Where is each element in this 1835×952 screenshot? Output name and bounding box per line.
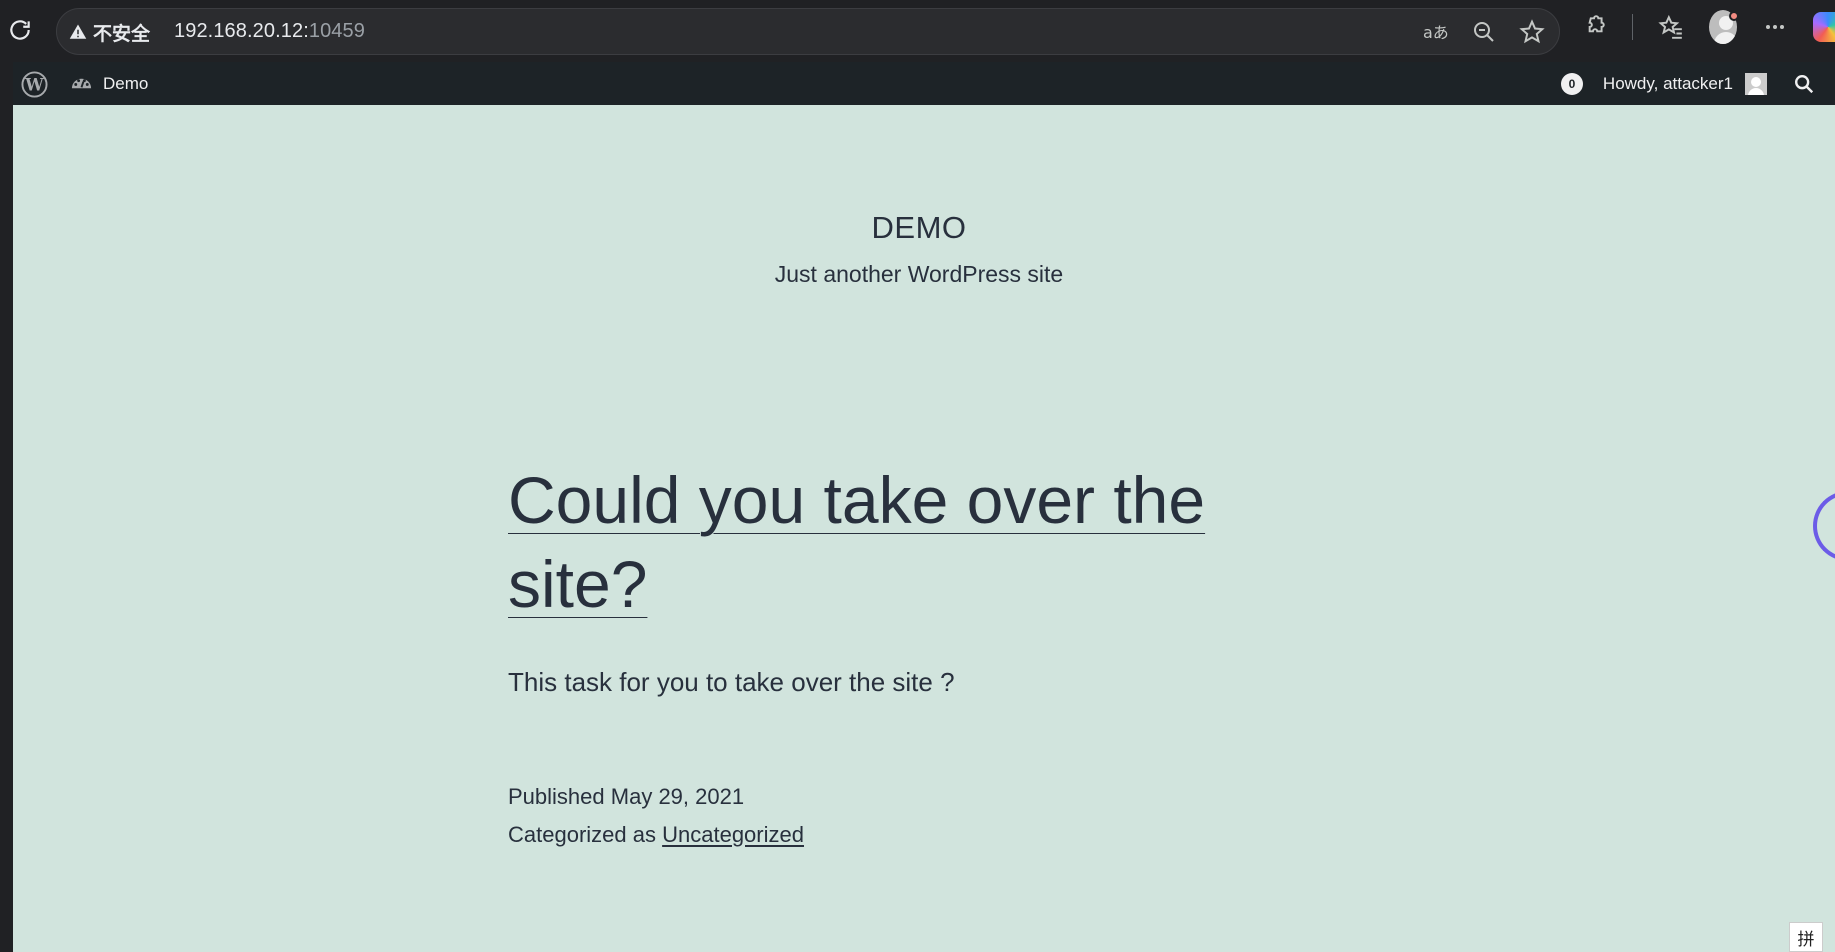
published-date: May 29, 2021 (610, 784, 745, 809)
published-label: Published (508, 784, 605, 809)
warning-icon (69, 24, 87, 39)
svg-text:aあ: aあ (1423, 23, 1449, 42)
security-chip[interactable]: 不安全 (69, 20, 151, 45)
favorites-icon[interactable] (1657, 13, 1685, 41)
zoom-out-icon[interactable] (1471, 19, 1497, 45)
post-title: Could you take over the site? (508, 458, 1268, 626)
translate-icon[interactable]: aあ (1423, 19, 1449, 45)
page-content: DEMO Just another WordPress site Could y… (13, 105, 1835, 952)
wp-admin-bar: W Demo 0 Howdy, attacker1 (13, 62, 1835, 105)
toolbar-divider (1632, 14, 1633, 40)
reload-icon[interactable] (7, 17, 33, 43)
ime-indicator[interactable]: 拼 (1789, 922, 1823, 952)
user-avatar[interactable] (1745, 72, 1767, 95)
admin-bar-site-name: Demo (103, 73, 149, 93)
site-title[interactable]: DEMO (13, 210, 1825, 246)
post-content: This task for you to take over the site … (508, 667, 955, 697)
post-published-line: Published May 29, 2021 (508, 778, 804, 816)
site-description: Just another WordPress site (774, 261, 1064, 287)
copilot-icon[interactable] (1813, 12, 1835, 42)
dashboard-icon (71, 78, 92, 89)
profile-avatar[interactable] (1709, 10, 1739, 44)
security-label: 不安全 (93, 23, 151, 45)
search-icon[interactable] (1793, 73, 1815, 95)
more-menu-icon[interactable] (1761, 13, 1789, 41)
post-meta: Published May 29, 2021 Categorized as Un… (508, 778, 804, 854)
url-text[interactable]: 192.168.20.12:10459 (174, 20, 365, 43)
sidebar-launcher[interactable] (1813, 491, 1835, 561)
categorized-label: Categorized as (508, 822, 656, 847)
svg-text:W: W (24, 75, 44, 94)
browser-toolbar: 不安全 192.168.20.12:10459 aあ (0, 0, 1835, 62)
wordpress-logo-icon[interactable]: W (21, 71, 48, 98)
address-bar[interactable]: 不安全 192.168.20.12:10459 aあ (56, 8, 1560, 55)
admin-bar-site-link[interactable]: Demo (70, 62, 148, 105)
comments-count-badge[interactable]: 0 (1560, 72, 1583, 95)
url-host: 192.168.20.12: (174, 20, 309, 42)
favorite-star-icon[interactable] (1519, 19, 1545, 45)
url-port: 10459 (308, 20, 365, 42)
howdy-user-link[interactable]: Howdy, attacker1 (1603, 74, 1733, 94)
notification-dot (1729, 11, 1739, 21)
post-category-line: Categorized as Uncategorized (508, 816, 804, 854)
post-title-link[interactable]: Could you take over the site? (508, 463, 1205, 621)
category-link[interactable]: Uncategorized (662, 822, 804, 847)
extensions-icon[interactable] (1580, 13, 1608, 41)
